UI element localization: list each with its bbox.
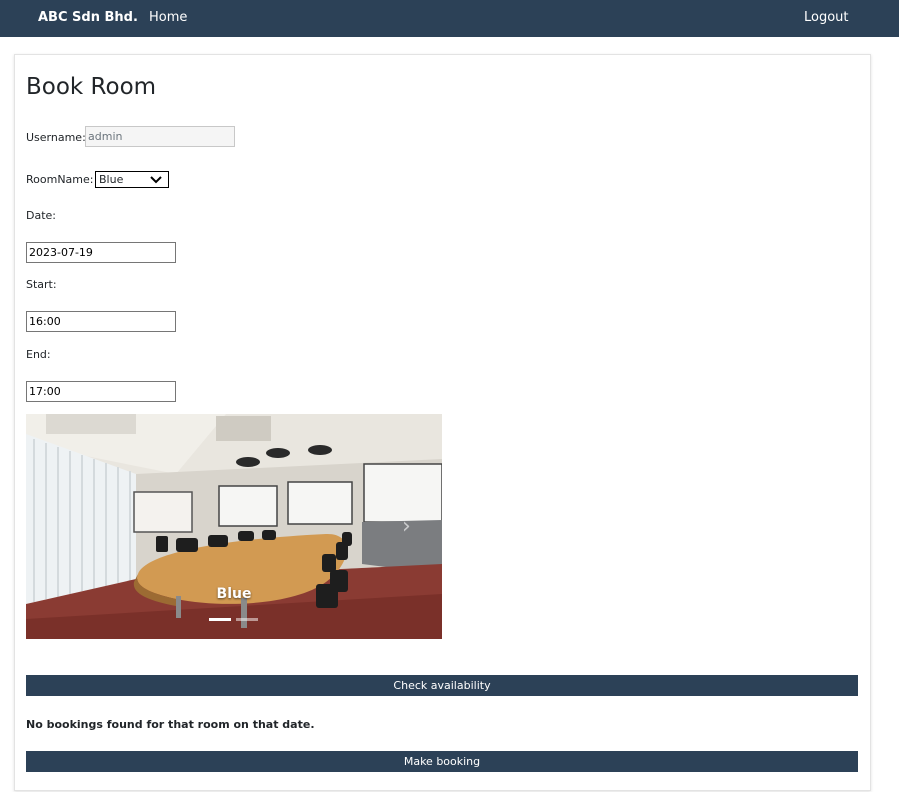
- date-field[interactable]: [26, 242, 176, 263]
- room-carousel[interactable]: › Blue: [26, 414, 442, 639]
- carousel-caption: Blue: [216, 586, 252, 602]
- start-label: Start:: [26, 278, 57, 291]
- navbar: ABC Sdn Bhd. Home Logout: [0, 0, 899, 37]
- chevron-down-icon: [150, 172, 162, 189]
- carousel-indicator-1[interactable]: [209, 618, 231, 621]
- roomname-selected: Blue: [99, 173, 124, 186]
- brand-link[interactable]: ABC Sdn Bhd.: [38, 10, 138, 25]
- username-label: Username:: [26, 131, 86, 144]
- room-photo: [26, 414, 442, 639]
- username-field[interactable]: [85, 126, 235, 147]
- roomname-select[interactable]: Blue: [95, 171, 169, 188]
- check-availability-button[interactable]: Check availability: [26, 675, 858, 696]
- make-booking-button[interactable]: Make booking: [26, 751, 858, 772]
- page-title: Book Room: [26, 74, 157, 100]
- start-time-field[interactable]: [26, 311, 176, 332]
- date-label: Date:: [26, 209, 56, 222]
- nav-logout-link[interactable]: Logout: [804, 10, 849, 25]
- nav-home-link[interactable]: Home: [149, 10, 187, 25]
- end-time-field[interactable]: [26, 381, 176, 402]
- roomname-label: RoomName:: [26, 173, 94, 186]
- end-label: End:: [26, 348, 51, 361]
- availability-message: No bookings found for that room on that …: [26, 718, 315, 731]
- next-slide-icon[interactable]: ›: [402, 514, 411, 539]
- carousel-indicator-2[interactable]: [236, 618, 258, 621]
